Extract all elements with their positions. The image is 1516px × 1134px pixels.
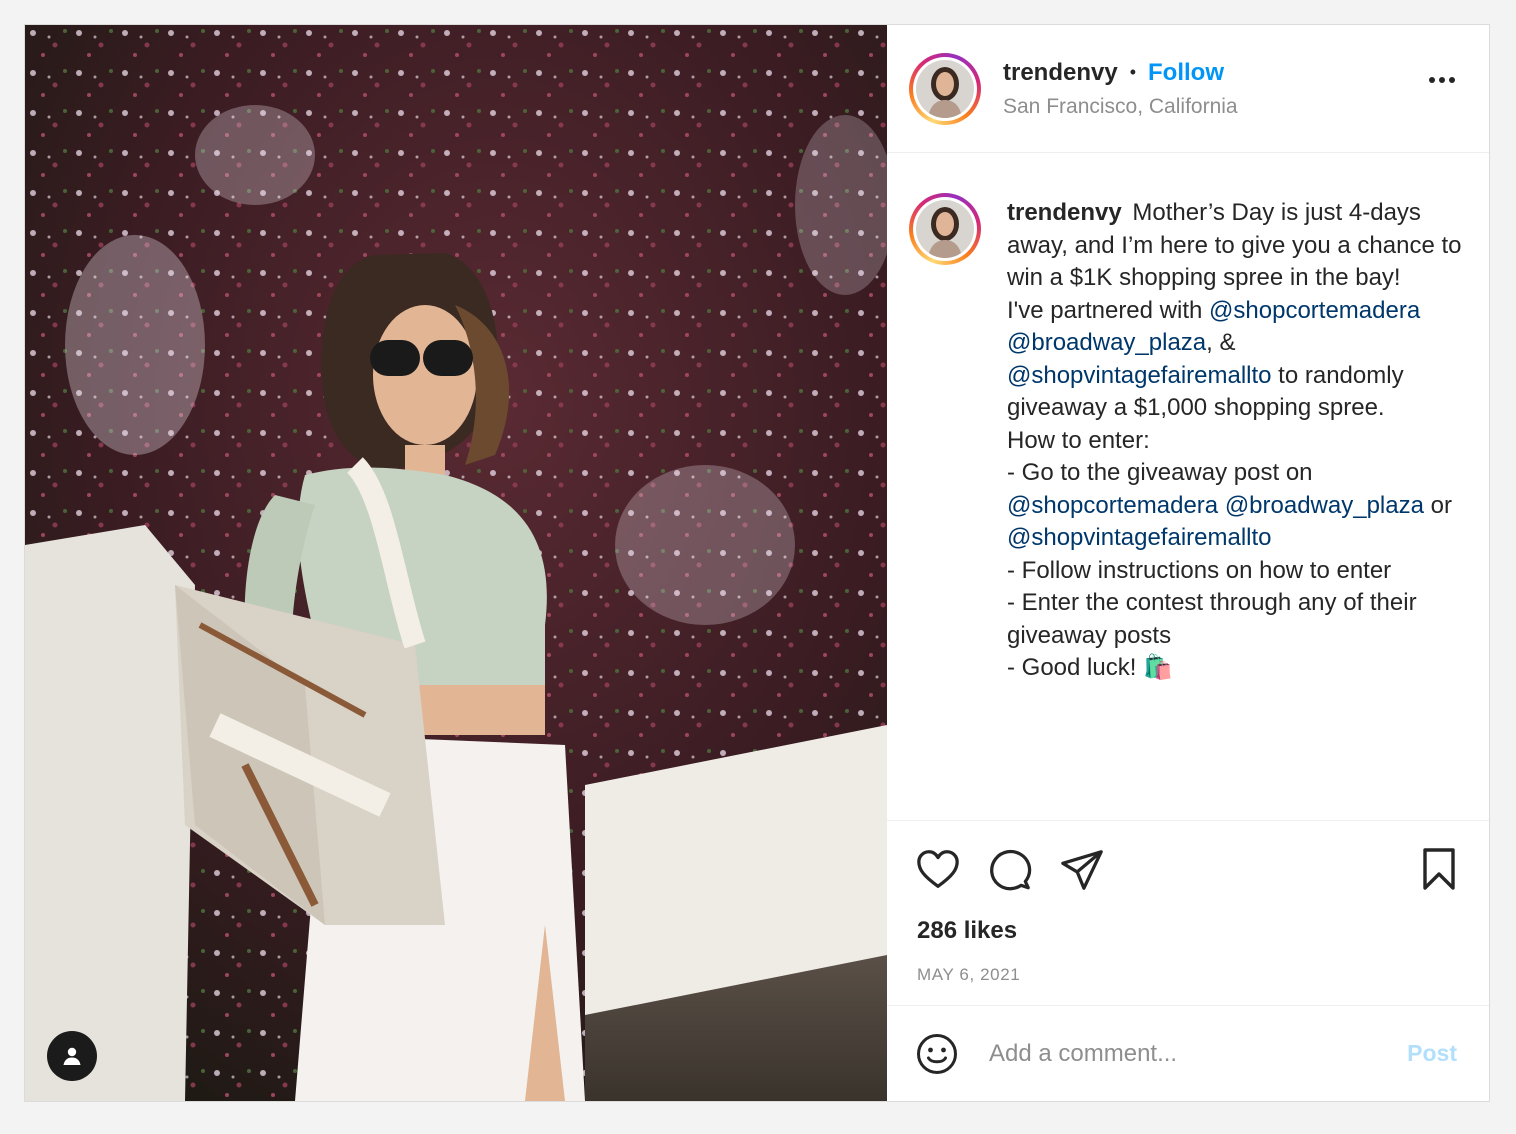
bookmark-icon[interactable]	[1419, 847, 1459, 891]
location-link[interactable]: San Francisco, California	[1003, 95, 1238, 119]
post-photo[interactable]	[25, 25, 887, 1101]
caption-avatar	[916, 200, 974, 258]
how-to-enter-title: How to enter:	[1007, 426, 1150, 454]
post-header: trendenvy • Follow San Francisco, Califo…	[887, 25, 1489, 153]
action-bar	[887, 821, 1489, 933]
caption-username[interactable]: trendenvy	[1007, 199, 1122, 226]
user-tag-icon	[63, 1047, 81, 1065]
instruction-line: - Good luck! 🛍️	[1007, 654, 1173, 681]
instruction-line: - Follow instructions on how to enter	[1007, 556, 1392, 584]
caption: trendenvy Mother’s Day is just 4-days aw…	[887, 153, 1489, 821]
caption-text-segment: , &	[1206, 329, 1236, 356]
mention-shopcortemadera[interactable]: @shopcortemadera	[1209, 297, 1420, 324]
caption-story-ring[interactable]	[909, 193, 981, 265]
more-options-button[interactable]	[1429, 77, 1455, 83]
mention-shopcortemadera-2[interactable]: @shopcortemadera	[1007, 492, 1218, 519]
comment-bar: Post	[887, 1005, 1489, 1101]
more-icon	[1429, 77, 1435, 83]
post-image	[25, 25, 887, 1101]
post-comment-button[interactable]: Post	[1407, 1040, 1457, 1067]
comment-icon[interactable]	[987, 847, 1033, 893]
heart-icon[interactable]	[915, 847, 961, 893]
caption-text-segment: or	[1423, 491, 1452, 519]
caption-text-segment: I've partnered with	[1007, 296, 1210, 324]
header-username[interactable]: trendenvy	[1003, 59, 1118, 87]
mention-broadway-plaza[interactable]: @broadway_plaza	[1007, 329, 1206, 356]
header-text: trendenvy • Follow San Francisco, Califo…	[1003, 59, 1238, 119]
user-tag-button[interactable]	[47, 1031, 97, 1081]
share-icon[interactable]	[1059, 847, 1105, 893]
emoji-icon[interactable]	[915, 1032, 959, 1076]
mention-shopvintagefairemallto[interactable]: @shopvintagefairemallto	[1007, 362, 1272, 389]
caption-text-segment: - Go to the giveaway post on	[1007, 459, 1313, 486]
follow-button[interactable]: Follow	[1148, 59, 1224, 87]
caption-text: trendenvy Mother’s Day is just 4-days aw…	[1007, 197, 1463, 820]
post-date[interactable]: MAY 6, 2021	[887, 965, 1489, 1005]
instruction-line: - Enter the contest through any of their…	[1007, 589, 1417, 649]
mention-broadway-plaza-2[interactable]: @broadway_plaza	[1225, 492, 1424, 519]
avatar	[916, 59, 974, 118]
mention-shopvintagefairemallto-2[interactable]: @shopvintagefairemallto	[1007, 524, 1272, 551]
post-card: trendenvy • Follow San Francisco, Califo…	[24, 24, 1490, 1102]
separator-dot: •	[1129, 62, 1137, 82]
comment-input[interactable]	[989, 1039, 1408, 1068]
post-sidebar: trendenvy • Follow San Francisco, Califo…	[887, 25, 1489, 1101]
story-ring[interactable]	[909, 52, 981, 125]
